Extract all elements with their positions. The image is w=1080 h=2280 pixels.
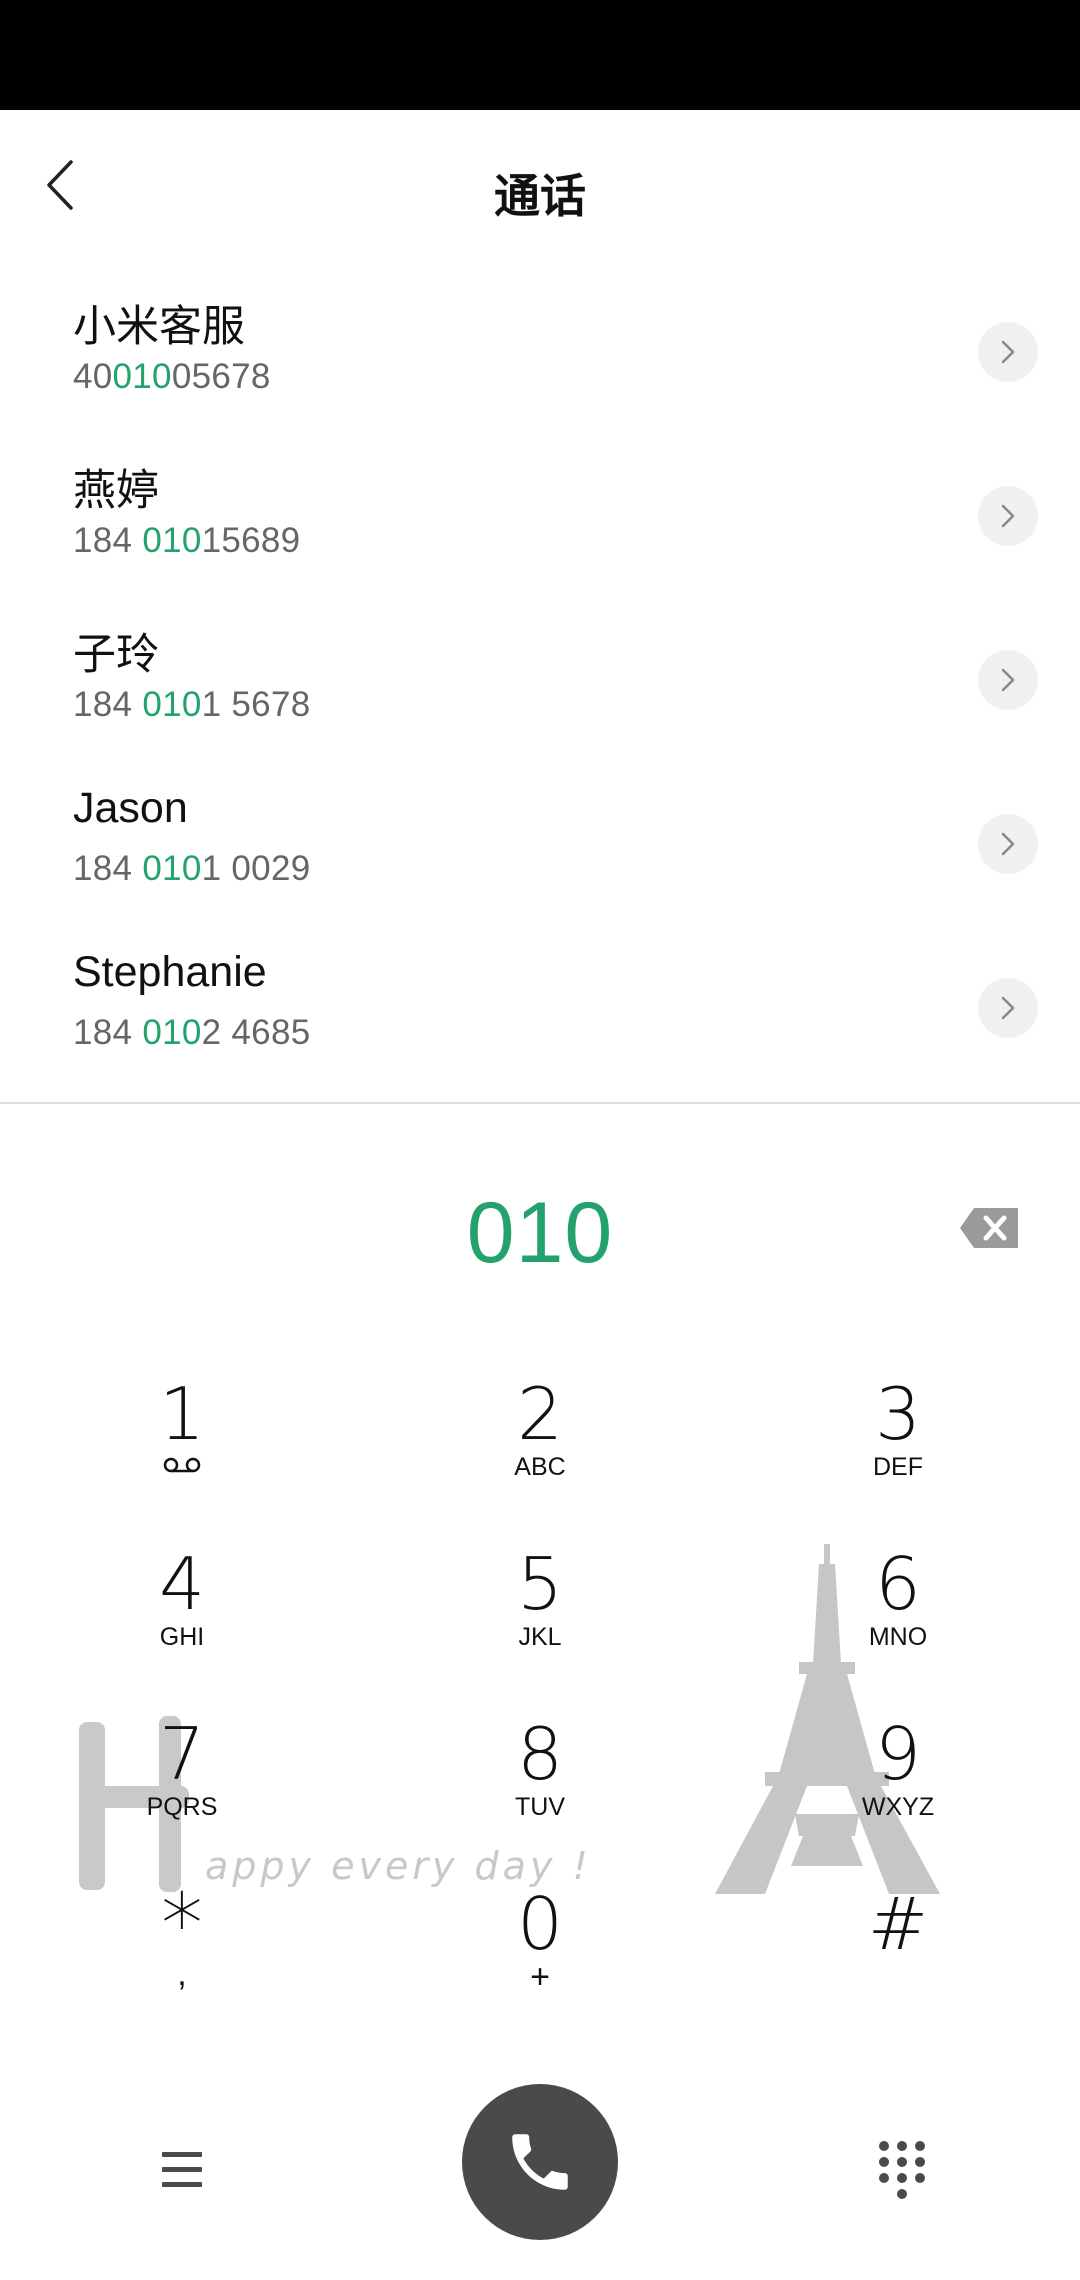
key-9[interactable]: 9 WXYZ bbox=[748, 1714, 1048, 1874]
chevron-right-icon bbox=[1001, 832, 1015, 856]
key-digit: * bbox=[161, 1875, 203, 1973]
bottom-bar bbox=[0, 1956, 1080, 2280]
page-title: 通话 bbox=[494, 170, 586, 222]
contact-row[interactable]: 燕婷 184 01015689 bbox=[0, 434, 1080, 598]
matched-digits: 010 bbox=[142, 685, 202, 724]
key-digit: 7 bbox=[159, 1712, 205, 1796]
key-6[interactable]: 6 MNO bbox=[748, 1544, 1048, 1704]
key-1[interactable]: 1 bbox=[32, 1374, 332, 1534]
contact-detail-button[interactable] bbox=[978, 978, 1038, 1038]
contact-detail-button[interactable] bbox=[978, 814, 1038, 874]
dialed-number[interactable]: 010 bbox=[0, 1184, 1080, 1283]
matched-digits: 010 bbox=[112, 357, 172, 396]
key-letters: DEF bbox=[873, 1453, 923, 1481]
contact-number: 184 0101 5678 bbox=[73, 685, 311, 724]
contact-name: Jason bbox=[73, 784, 188, 832]
key-7[interactable]: 7 PQRS bbox=[32, 1714, 332, 1874]
contact-detail-button[interactable] bbox=[978, 322, 1038, 382]
key-digit: 1 bbox=[159, 1372, 205, 1456]
menu-icon bbox=[162, 2152, 202, 2187]
contact-name: 燕婷 bbox=[73, 467, 159, 515]
contact-row[interactable]: 子玲 184 0101 5678 bbox=[0, 598, 1080, 762]
key-4[interactable]: 4 GHI bbox=[32, 1544, 332, 1704]
key-digit: 6 bbox=[875, 1542, 921, 1626]
contact-number: 184 01015689 bbox=[73, 521, 301, 560]
contact-detail-button[interactable] bbox=[978, 650, 1038, 710]
key-letters: GHI bbox=[159, 1623, 205, 1651]
menu-button[interactable] bbox=[150, 2138, 214, 2202]
backspace-icon bbox=[960, 1208, 1018, 1248]
key-letters: JKL bbox=[518, 1623, 562, 1651]
key-3[interactable]: 3 DEF bbox=[748, 1374, 1048, 1534]
key-letters: PQRS bbox=[146, 1793, 218, 1821]
chevron-right-icon bbox=[1001, 668, 1015, 692]
dialpad-icon bbox=[879, 2141, 925, 2199]
contact-number: 184 0102 4685 bbox=[73, 1013, 311, 1052]
call-button[interactable] bbox=[462, 2084, 618, 2240]
contact-number: 4001005678 bbox=[73, 357, 271, 396]
status-bar bbox=[0, 0, 1080, 110]
key-letters: TUV bbox=[515, 1793, 565, 1821]
contact-detail-button[interactable] bbox=[978, 486, 1038, 546]
key-letters: MNO bbox=[868, 1623, 928, 1651]
backspace-button[interactable] bbox=[958, 1204, 1022, 1252]
chevron-right-icon bbox=[1001, 340, 1015, 364]
key-digit: # bbox=[867, 1882, 929, 1966]
contact-name: Stephanie bbox=[73, 948, 267, 996]
chevron-right-icon bbox=[1001, 504, 1015, 528]
contact-row[interactable]: 小米客服 4001005678 bbox=[0, 270, 1080, 434]
key-digit: 9 bbox=[875, 1712, 921, 1796]
keypad: 1 2 ABC 3 DEF 4 GHI 5 JKL 6 MNO 7 PQRS 8… bbox=[0, 1374, 1080, 2054]
key-digit: 2 bbox=[517, 1372, 563, 1456]
matched-digits: 010 bbox=[142, 521, 202, 560]
key-5[interactable]: 5 JKL bbox=[390, 1544, 690, 1704]
matched-digits: 010 bbox=[142, 1013, 202, 1052]
key-digit: 3 bbox=[875, 1372, 921, 1456]
key-2[interactable]: 2 ABC bbox=[390, 1374, 690, 1534]
chevron-right-icon bbox=[1001, 996, 1015, 1020]
key-letters: ABC bbox=[514, 1453, 566, 1481]
contact-name: 小米客服 bbox=[73, 303, 245, 351]
key-8[interactable]: 8 TUV bbox=[390, 1714, 690, 1874]
key-digit: 5 bbox=[517, 1542, 563, 1626]
voicemail-icon bbox=[163, 1457, 201, 1473]
dialpad-toggle-button[interactable] bbox=[870, 2134, 934, 2204]
contact-row[interactable]: Stephanie 184 0102 4685 bbox=[0, 926, 1080, 1090]
matched-digits: 010 bbox=[142, 849, 202, 888]
phone-icon bbox=[512, 2134, 568, 2190]
key-digit: 8 bbox=[517, 1712, 563, 1796]
contact-list: 小米客服 4001005678 燕婷 184 01015689 子玲 184 0… bbox=[0, 270, 1080, 1102]
contact-name: 子玲 bbox=[73, 631, 159, 679]
key-letters: WXYZ bbox=[861, 1793, 935, 1821]
contact-number: 184 0101 0029 bbox=[73, 849, 311, 888]
key-digit: 0 bbox=[517, 1882, 563, 1966]
key-digit: 4 bbox=[159, 1542, 205, 1626]
header: 通话 bbox=[0, 110, 1080, 270]
contact-row[interactable]: Jason 184 0101 0029 bbox=[0, 762, 1080, 926]
